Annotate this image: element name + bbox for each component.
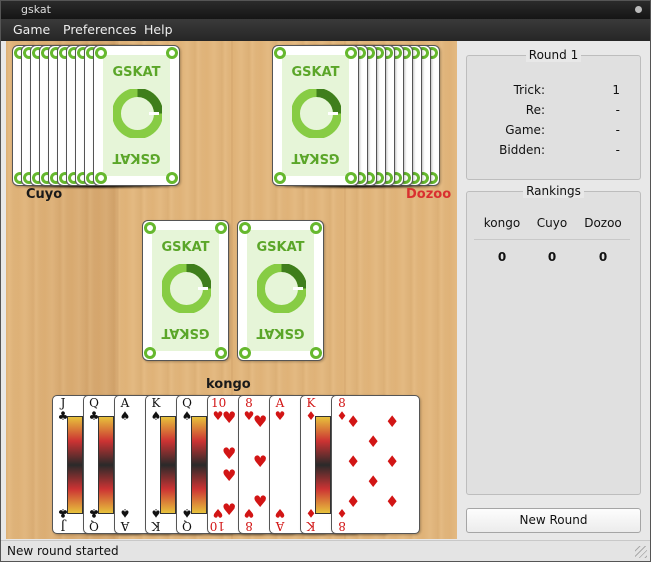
card-index-inverted: A ♠ xyxy=(119,506,131,533)
suit-pip-icon: ♥ xyxy=(253,412,268,431)
player-name-kongo: kongo xyxy=(206,377,251,392)
gskat-logo-icon xyxy=(113,89,162,138)
round-info-label: Trick: xyxy=(513,83,545,97)
gskat-logo-icon xyxy=(162,264,211,313)
suit-pip-icon: ♦ xyxy=(346,452,361,471)
rankings-separator xyxy=(474,239,630,240)
round-info-value: - xyxy=(615,143,620,157)
menu-preferences[interactable]: Preferences xyxy=(63,22,137,37)
card-index-inverted: A ♥ xyxy=(274,506,286,533)
suit-pip-icon: ♥ xyxy=(222,408,237,427)
card-ring-icon xyxy=(144,222,156,234)
window-control-dot-icon[interactable] xyxy=(635,6,642,13)
menu-bar: Game Preferences Help xyxy=(1,19,650,41)
court-card-art-icon xyxy=(67,416,83,514)
card-back: GSKAT GSKAT xyxy=(93,45,180,186)
suit-pip-icon: ♦ xyxy=(385,412,400,431)
card-ring-icon xyxy=(215,222,227,234)
score-cuyo: 0 xyxy=(547,250,557,264)
suit-pip-icon: ♥ xyxy=(222,444,237,463)
status-text: New round started xyxy=(7,544,119,558)
suit-pip-icon: ♥ xyxy=(253,452,268,471)
new-round-button[interactable]: New Round xyxy=(466,508,641,533)
rank-column-kongo: kongo xyxy=(483,216,521,230)
title-bar: gskat xyxy=(1,1,650,19)
court-card-art-icon xyxy=(160,416,176,514)
round-info-label: Re: xyxy=(525,103,545,117)
card-ring-icon xyxy=(345,172,357,184)
court-card-art-icon xyxy=(191,416,207,514)
card-index: A ♥ xyxy=(274,396,286,423)
suit-pip-icon: ♥ xyxy=(222,466,237,485)
court-card-art-icon xyxy=(315,416,331,514)
card-brand-text: GSKAT xyxy=(112,65,161,80)
score-dozoo: 0 xyxy=(598,250,608,264)
resize-grip-icon[interactable] xyxy=(635,546,647,558)
suit-pip-icon: ♦ xyxy=(385,492,400,511)
card-ring-icon xyxy=(310,222,322,234)
rankings-panel: Rankings kongo Cuyo Dozoo 0 0 0 xyxy=(466,184,641,495)
card-brand-text: GSKAT xyxy=(291,65,340,80)
round-info-label: Game: xyxy=(505,123,545,137)
suit-pip-icon: ♦ xyxy=(366,432,381,451)
card-ring-icon xyxy=(239,222,251,234)
menu-game[interactable]: Game xyxy=(13,22,50,37)
round-info-panel: Round 1 Trick: 1 Re: - Game: - Bidden: - xyxy=(466,48,641,180)
score-kongo: 0 xyxy=(497,250,507,264)
player-name-dozoo: Dozoo xyxy=(406,187,452,202)
card-ring-icon xyxy=(144,347,156,359)
suit-pip-icon: ♦ xyxy=(346,492,361,511)
card-brand-text-inverted: GSKAT xyxy=(161,325,210,340)
suit-pip-icon: ♥ xyxy=(222,500,237,519)
skat-card-back: GSKAT GSKAT xyxy=(237,220,324,361)
card-brand-text-inverted: GSKAT xyxy=(291,150,340,165)
suit-pip-icon: ♦ xyxy=(366,472,381,491)
card-index: A ♠ xyxy=(119,396,131,423)
card-brand-text: GSKAT xyxy=(256,240,305,255)
round-info-value: 1 xyxy=(612,83,620,97)
card-brand-text-inverted: GSKAT xyxy=(112,150,161,165)
round-title: Round 1 xyxy=(525,48,582,62)
rank-column-cuyo: Cuyo xyxy=(536,216,568,230)
status-bar: New round started xyxy=(1,540,650,561)
card-ring-icon xyxy=(215,347,227,359)
gskat-window: gskat Game Preferences Help GSKATGSKATGS… xyxy=(0,0,651,562)
round-info-label: Bidden: xyxy=(499,143,545,157)
card-brand-text-inverted: GSKAT xyxy=(256,325,305,340)
card-ring-icon xyxy=(95,47,107,59)
menu-help[interactable]: Help xyxy=(144,22,173,37)
rankings-title: Rankings xyxy=(523,184,584,198)
card-table: GSKATGSKATGSKATGSKATGSKATGSKATGSKATGSKAT… xyxy=(6,41,457,539)
round-info-value: - xyxy=(615,123,620,137)
card-ring-icon xyxy=(274,172,286,184)
suit-pip-icon: ♦ xyxy=(346,412,361,431)
card-back: GSKAT GSKAT xyxy=(272,45,359,186)
suit-pip-icon: ♥ xyxy=(253,492,268,511)
card-ring-icon xyxy=(274,47,286,59)
court-card-art-icon xyxy=(98,416,114,514)
gskat-logo-icon xyxy=(257,264,306,313)
card-ring-icon xyxy=(345,47,357,59)
hand-card[interactable]: 8 ♦ 8 ♦ ♦ ♦ ♦ ♦ ♦ ♦ ♦ ♦ xyxy=(331,395,420,534)
card-ring-icon xyxy=(310,347,322,359)
player-name-cuyo: Cuyo xyxy=(26,187,63,202)
card-ring-icon xyxy=(166,47,178,59)
rank-column-dozoo: Dozoo xyxy=(584,216,622,230)
card-brand-text: GSKAT xyxy=(161,240,210,255)
round-info-value: - xyxy=(615,103,620,117)
skat-card-back: GSKAT GSKAT xyxy=(142,220,229,361)
suit-pip-icon: ♦ xyxy=(385,452,400,471)
card-ring-icon xyxy=(166,172,178,184)
window-title: gskat xyxy=(21,3,51,16)
card-ring-icon xyxy=(95,172,107,184)
gskat-logo-icon xyxy=(292,89,341,138)
sidebar: Round 1 Trick: 1 Re: - Game: - Bidden: - Rankin… xyxy=(461,41,650,539)
card-ring-icon xyxy=(239,347,251,359)
